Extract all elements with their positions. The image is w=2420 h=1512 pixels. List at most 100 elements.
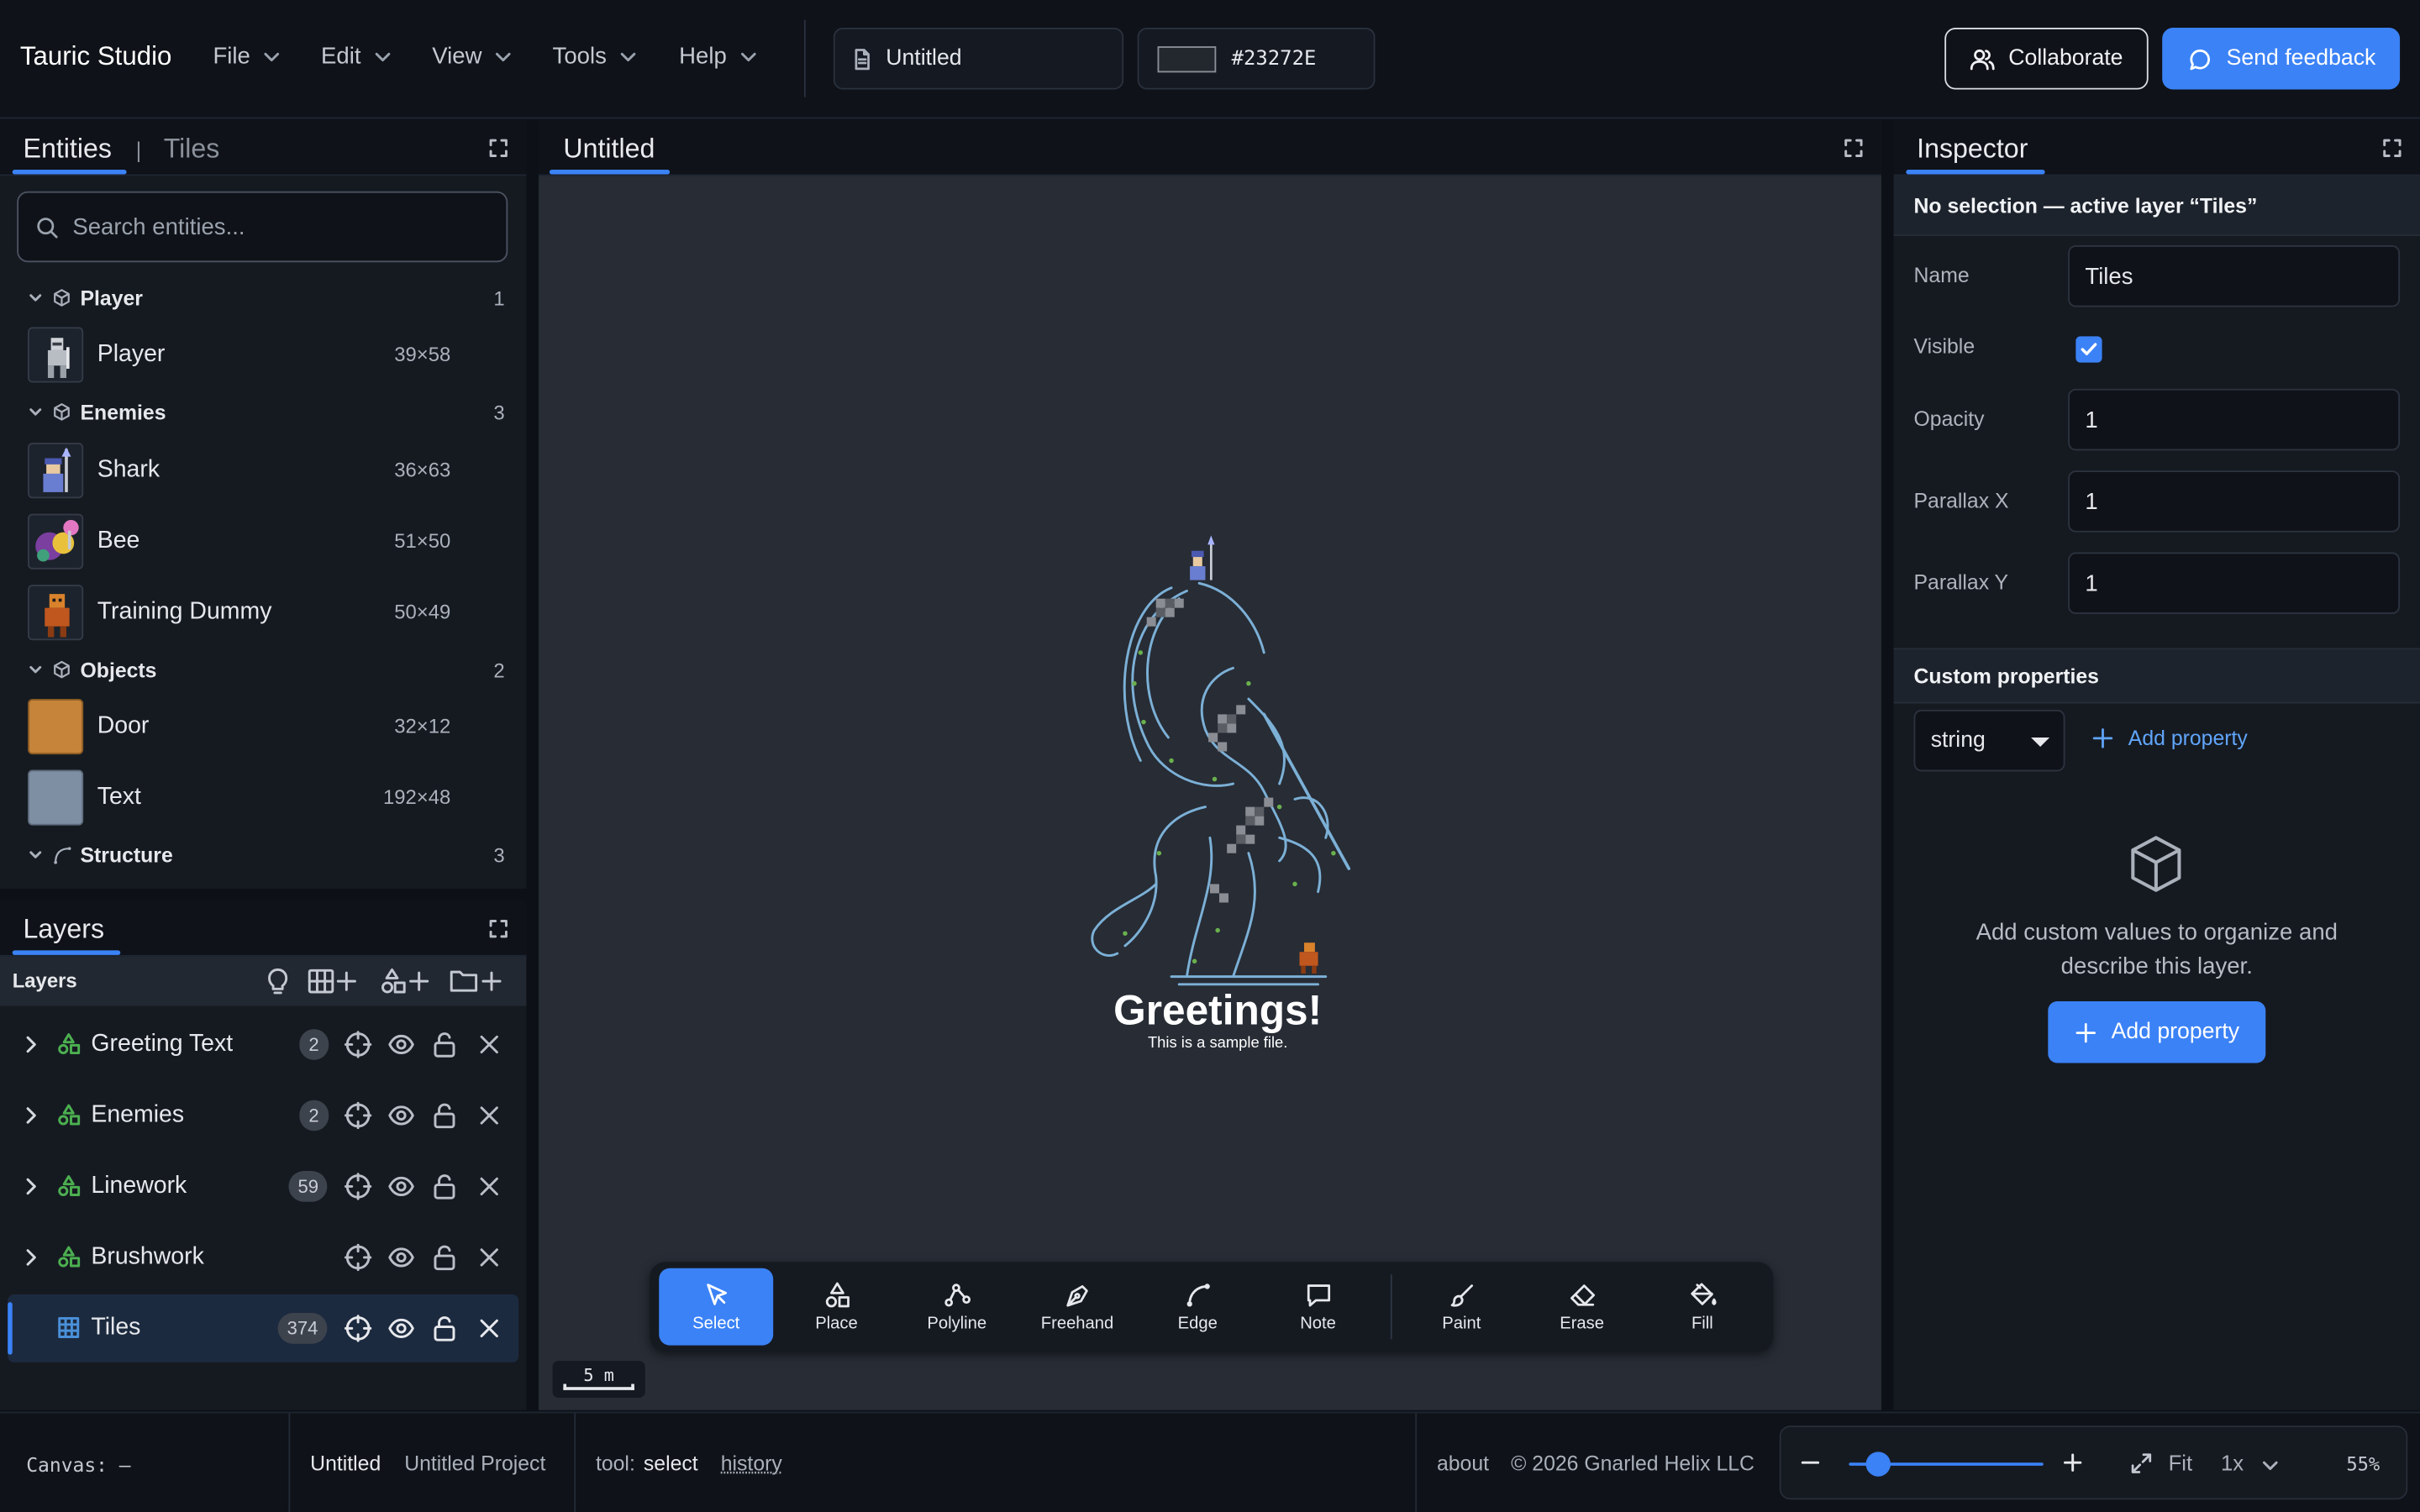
close-icon[interactable] [476,1243,503,1271]
layer-row-greeting-text[interactable]: Greeting Text 2 [8,1011,518,1079]
visible-checkbox[interactable] [2075,336,2102,363]
send-feedback-button[interactable]: Send feedback [2162,28,2401,90]
entity-search[interactable] [17,191,508,263]
unlock-icon[interactable] [430,1243,458,1271]
minus-icon[interactable] [1800,1452,1822,1473]
eye-icon[interactable] [387,1173,415,1200]
close-icon[interactable] [476,1031,503,1058]
property-type-select[interactable]: string [1913,709,2065,772]
expand-icon[interactable] [489,920,508,938]
tab-entities[interactable]: Entities [24,133,112,165]
crosshair-icon[interactable] [344,1031,372,1058]
entity-item-bee[interactable]: Bee 51×50 [0,507,526,575]
crosshair-icon[interactable] [344,1101,372,1130]
zoom-multiplier[interactable]: 1x [2221,1450,2244,1474]
tool-paint[interactable]: Paint [1404,1268,1518,1346]
tool-polyline[interactable]: Polyline [900,1268,1014,1346]
chevron-down-icon [740,51,756,61]
layer-row-linework[interactable]: Linework 59 [8,1152,518,1221]
maximize-icon[interactable] [2130,1452,2154,1475]
entity-group-structure[interactable]: Structure 3 [0,835,526,875]
layer-row-tiles[interactable]: Tiles 374 [8,1294,519,1362]
tab-inspector[interactable]: Inspector [1917,133,2028,165]
entity-item-training-dummy[interactable]: Training Dummy 50×49 [0,579,526,647]
chevron-down-icon[interactable] [2261,1457,2280,1475]
fit-button[interactable]: Fit [2169,1450,2193,1474]
zoom-slider-handle[interactable] [1865,1452,1891,1477]
entity-group-player[interactable]: Player 1 [0,278,526,318]
unlock-icon[interactable] [430,1173,458,1200]
crosshair-icon[interactable] [344,1173,372,1200]
parallax-y-input[interactable] [2068,552,2401,615]
chevron-down-icon[interactable] [28,404,43,419]
chevron-down-icon[interactable] [28,662,43,677]
expand-icon[interactable] [2383,139,2402,157]
add-property-link[interactable]: Add property [2091,727,2248,750]
close-icon[interactable] [476,1101,503,1129]
layer-name-input[interactable] [2068,245,2401,307]
eye-icon[interactable] [387,1101,415,1129]
plus-icon[interactable] [2062,1452,2084,1473]
menu-file[interactable]: File [213,43,281,70]
tool-place[interactable]: Place [780,1268,894,1346]
tool-fill[interactable]: Fill [1645,1268,1760,1346]
background-color-field[interactable]: #23272E [1137,28,1376,90]
tool-freehand[interactable]: Freehand [1020,1268,1134,1346]
add-object-layer-icon[interactable] [380,966,432,997]
chevron-down-icon[interactable] [28,847,43,862]
entity-item-player[interactable]: Player 39×58 [0,321,526,389]
entity-item-shark[interactable]: Shark 36×63 [0,437,526,505]
tab-layers[interactable]: Layers [24,913,104,946]
menu-view[interactable]: View [432,43,513,70]
crosshair-icon[interactable] [344,1315,372,1342]
unlock-icon[interactable] [430,1101,458,1129]
collaborate-button[interactable]: Collaborate [1944,28,2149,90]
search-input[interactable] [72,213,490,240]
add-tile-layer-icon[interactable] [308,966,360,997]
menu-edit[interactable]: Edit [321,43,392,70]
menu-help[interactable]: Help [679,43,757,70]
expand-icon[interactable] [1844,139,1863,157]
chevron-right-icon[interactable] [24,1248,39,1267]
eye-icon[interactable] [387,1243,415,1271]
chevron-right-icon[interactable] [24,1035,39,1053]
object-layer-icon [58,1175,81,1196]
color-swatch[interactable] [1157,45,1217,72]
greeting-title[interactable]: Greetings! [1063,987,1371,1035]
close-icon[interactable] [476,1173,503,1200]
close-icon[interactable] [476,1315,503,1342]
entity-group-objects[interactable]: Objects 2 [0,649,526,690]
tool-erase[interactable]: Erase [1525,1268,1639,1346]
group-count: 3 [493,843,505,867]
menu-tools[interactable]: Tools [553,43,638,70]
opacity-input[interactable] [2068,388,2401,451]
document-name-field[interactable]: Untitled [833,28,1124,90]
layer-row-brushwork[interactable]: Brushwork [8,1224,518,1292]
eye-icon[interactable] [387,1031,415,1058]
tool-note[interactable]: Note [1261,1268,1376,1346]
add-group-folder-icon[interactable] [449,966,504,997]
about-link[interactable]: about [1437,1452,1489,1475]
lightbulb-icon[interactable] [266,966,290,997]
unlock-icon[interactable] [430,1031,458,1058]
add-property-button[interactable]: Add property [2048,1001,2266,1063]
tab-canvas-document[interactable]: Untitled [563,133,655,165]
layer-row-enemies[interactable]: Enemies 2 [8,1082,518,1150]
entity-group-enemies[interactable]: Enemies 3 [0,392,526,433]
chevron-down-icon[interactable] [28,290,43,305]
entity-item-door[interactable]: Door 32×12 [0,693,526,761]
parallax-x-input[interactable] [2068,470,2401,533]
chevron-right-icon[interactable] [24,1106,39,1125]
tool-select[interactable]: Select [659,1268,774,1346]
tool-edge[interactable]: Edge [1140,1268,1255,1346]
history-link[interactable]: history [721,1452,782,1475]
entity-thumbnail [28,769,84,826]
entity-item-text[interactable]: Text 192×48 [0,764,526,832]
tab-tiles[interactable]: Tiles [164,133,220,165]
unlock-icon[interactable] [430,1315,458,1342]
eye-icon[interactable] [387,1315,415,1342]
expand-icon[interactable] [489,139,508,157]
chevron-right-icon[interactable] [24,1177,39,1195]
crosshair-icon[interactable] [344,1243,372,1272]
greeting-subtitle[interactable]: This is a sample file. [1063,1035,1371,1052]
